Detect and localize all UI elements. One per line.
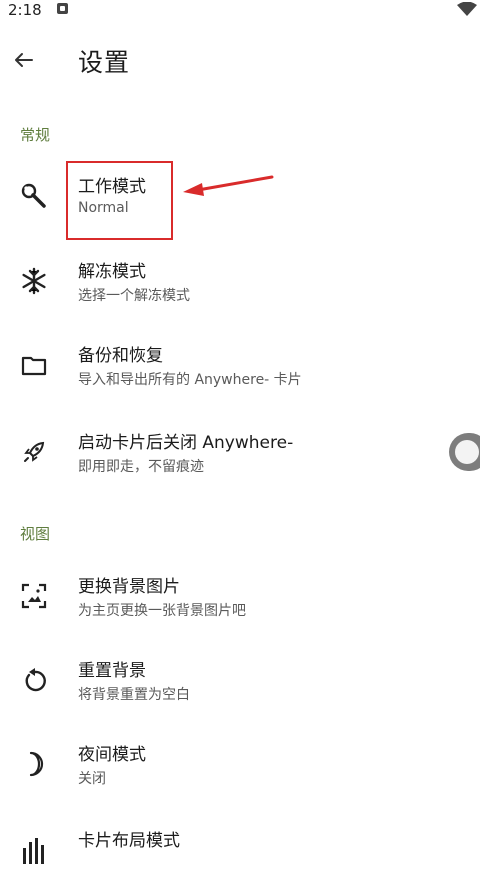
- setting-title: 解冻模式: [78, 262, 146, 282]
- folder-icon: [21, 356, 47, 376]
- highlight-box: [66, 161, 173, 240]
- annotation-arrow: [183, 175, 274, 196]
- setting-card-layout[interactable]: 卡片布局模式: [0, 810, 480, 890]
- switch-thumb: [455, 440, 479, 464]
- setting-summary: 为主页更换一张背景图片吧: [78, 603, 246, 619]
- setting-summary: 导入和导出所有的 Anywhere- 卡片: [78, 372, 302, 388]
- setting-unfreeze-mode[interactable]: 解冻模式 选择一个解冻模式: [0, 241, 480, 321]
- back-arrow-icon[interactable]: [12, 48, 36, 72]
- image-frame-icon: [21, 583, 47, 609]
- setting-title: 更换背景图片: [78, 577, 180, 597]
- setting-title: 重置背景: [78, 661, 146, 681]
- setting-night-mode[interactable]: 夜间模式 关闭: [0, 724, 480, 804]
- bar-chart-icon: [23, 838, 44, 864]
- section-header-view: 视图: [20, 525, 51, 543]
- reset-icon: [25, 668, 46, 692]
- setting-title: 夜间模式: [78, 745, 146, 765]
- app-bar: 设置: [0, 30, 480, 90]
- setting-change-background[interactable]: 更换背景图片 为主页更换一张背景图片吧: [0, 556, 480, 636]
- setting-title: 卡片布局模式: [78, 831, 180, 851]
- status-time: 2:18: [8, 1, 42, 19]
- setting-backup-restore[interactable]: 备份和恢复 导入和导出所有的 Anywhere- 卡片: [0, 325, 480, 405]
- setting-summary: 将背景重置为空白: [78, 687, 190, 703]
- setting-title: 备份和恢复: [78, 346, 163, 366]
- wifi-icon: [457, 2, 477, 16]
- setting-summary: 选择一个解冻模式: [78, 288, 190, 304]
- close-after-launch-switch[interactable]: [449, 433, 480, 471]
- snowflake-icon: [22, 267, 46, 295]
- setting-summary: 关闭: [78, 771, 106, 787]
- wrench-icon: [21, 183, 46, 208]
- moon-icon: [29, 751, 44, 777]
- setting-close-after-launch[interactable]: 启动卡片后关闭 Anywhere- 即用即走，不留痕迹: [0, 412, 480, 492]
- status-bar: 2:18: [0, 0, 480, 22]
- setting-summary: 即用即走，不留痕迹: [78, 459, 204, 475]
- setting-title: 启动卡片后关闭 Anywhere-: [78, 433, 294, 453]
- notification-icon: [57, 3, 68, 14]
- page-title: 设置: [78, 48, 131, 77]
- rocket-icon: [24, 441, 45, 462]
- setting-reset-background[interactable]: 重置背景 将背景重置为空白: [0, 640, 480, 720]
- section-header-general: 常规: [20, 126, 51, 144]
